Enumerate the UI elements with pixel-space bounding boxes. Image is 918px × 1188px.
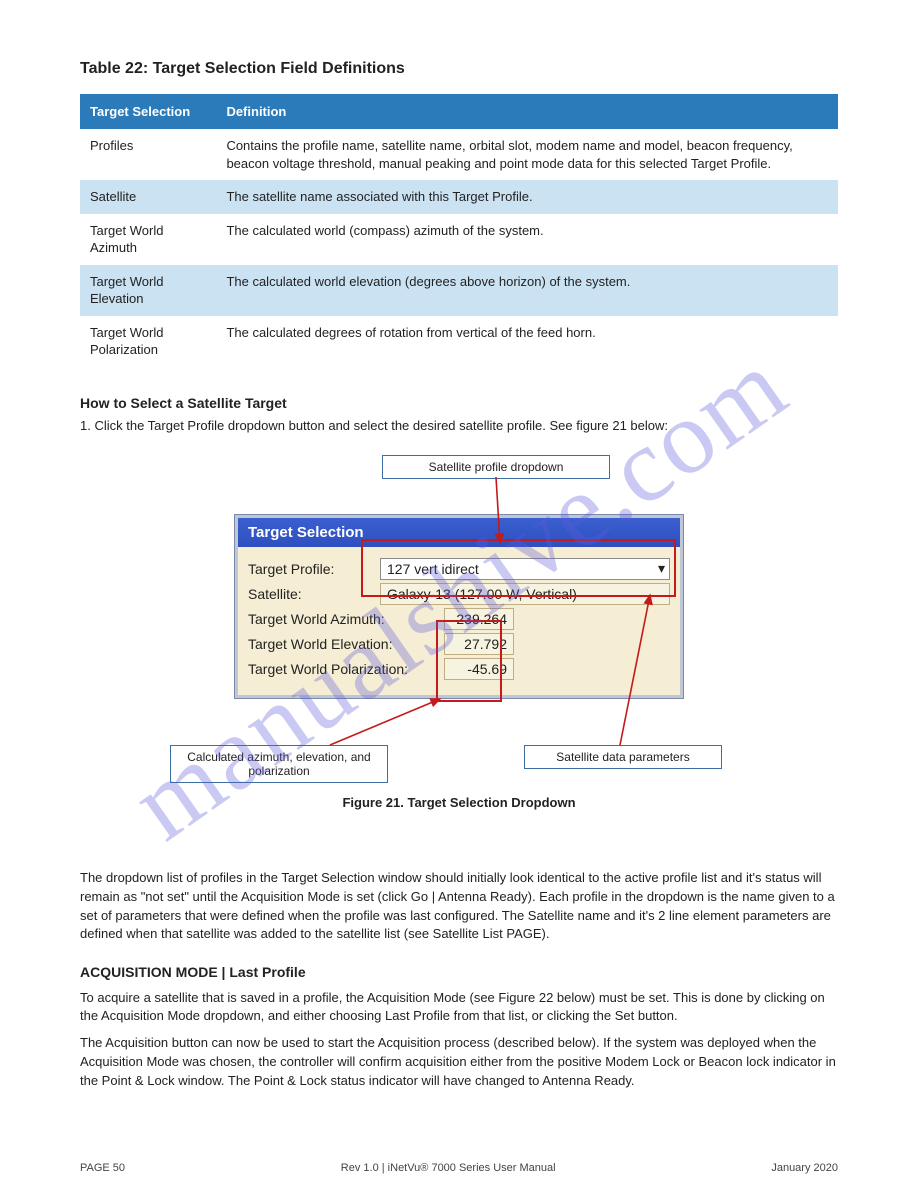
howto-step: 1. Click the Target Profile dropdown but… — [80, 417, 838, 435]
footer-left: PAGE 50 — [80, 1162, 125, 1174]
target-profile-dropdown[interactable]: 127 vert idirect ▾ — [380, 558, 670, 580]
page-footer: PAGE 50 Rev 1.0 | iNetVu® 7000 Series Us… — [0, 1162, 918, 1174]
table-row: Satellite The satellite name associated … — [80, 180, 838, 214]
azimuth-label: Target World Azimuth: — [248, 611, 444, 627]
elevation-label: Target World Elevation: — [248, 636, 444, 652]
paragraph: The Acquisition button can now be used t… — [80, 1034, 838, 1091]
figure-area: How to Select a Satellite Target 1. Clic… — [80, 395, 838, 855]
row-label: Profiles — [80, 129, 216, 180]
footer-right: January 2020 — [771, 1162, 838, 1174]
panel-title: Target Selection — [238, 518, 680, 547]
azimuth-value: 239.264 — [444, 608, 514, 630]
table-row: Target World Azimuth The calculated worl… — [80, 214, 838, 265]
table-row: Profiles Contains the profile name, sate… — [80, 129, 838, 180]
polarization-label: Target World Polarization: — [248, 661, 444, 677]
profile-value: 127 vert idirect — [387, 561, 479, 577]
table-title: Table 22: Target Selection Field Definit… — [80, 60, 838, 78]
polarization-value: -45.69 — [444, 658, 514, 680]
table-row: Target World Polarization The calculated… — [80, 316, 838, 367]
table-row: Target World Elevation The calculated wo… — [80, 265, 838, 316]
definitions-table: Target Selection Definition Profiles Con… — [80, 94, 838, 367]
callout-profile-label: Satellite profile dropdown — [382, 455, 610, 479]
col-header-target: Target Selection — [80, 94, 216, 129]
paragraph: To acquire a satellite that is saved in … — [80, 989, 838, 1027]
howto-heading: How to Select a Satellite Target — [80, 395, 287, 411]
section-subtitle: ACQUISITION MODE | Last Profile — [80, 962, 838, 982]
elevation-value: 27.792 — [444, 633, 514, 655]
satellite-value: Galaxy-13 (127.00 W, Vertical) — [380, 583, 670, 605]
footer-center: Rev 1.0 | iNetVu® 7000 Series User Manua… — [341, 1162, 556, 1174]
row-text: The calculated world elevation (degrees … — [216, 265, 838, 316]
paragraph: The dropdown list of profiles in the Tar… — [80, 869, 838, 944]
callout-calc-label: Calculated azimuth, elevation, and polar… — [170, 745, 388, 783]
col-header-definition: Definition — [216, 94, 838, 129]
row-label: Target World Elevation — [80, 265, 216, 316]
satellite-label: Satellite: — [248, 586, 380, 602]
row-text: The calculated degrees of rotation from … — [216, 316, 838, 367]
row-label: Target World Polarization — [80, 316, 216, 367]
row-text: Contains the profile name, satellite nam… — [216, 129, 838, 180]
callout-sat-label: Satellite data parameters — [524, 745, 722, 769]
row-text: The calculated world (compass) azimuth o… — [216, 214, 838, 265]
profile-label: Target Profile: — [248, 561, 380, 577]
figure-caption: Figure 21. Target Selection Dropdown — [80, 795, 838, 810]
row-label: Satellite — [80, 180, 216, 214]
chevron-down-icon: ▾ — [658, 560, 665, 577]
row-label: Target World Azimuth — [80, 214, 216, 265]
row-text: The satellite name associated with this … — [216, 180, 838, 214]
target-selection-panel: Target Selection Target Profile: 127 ver… — [235, 515, 683, 698]
